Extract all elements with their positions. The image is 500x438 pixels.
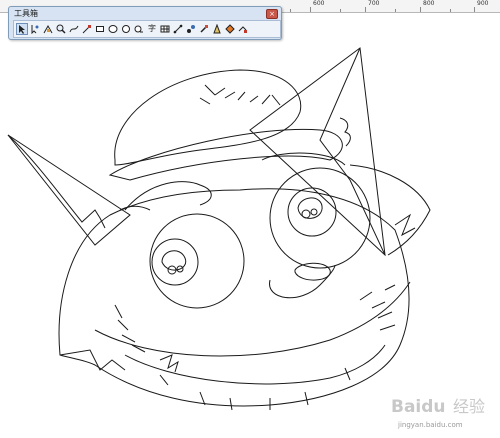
freehand-tool-icon[interactable] bbox=[68, 23, 80, 35]
left-ear-inner bbox=[7, 134, 106, 229]
blend-tool-icon[interactable] bbox=[185, 23, 197, 35]
shape-tool-icon[interactable] bbox=[29, 23, 41, 35]
watermark-product: 经验 bbox=[453, 397, 485, 416]
toolbox-panel[interactable]: 工具箱 × 字 bbox=[8, 6, 282, 40]
left-ear bbox=[7, 134, 131, 246]
drawing-canvas[interactable] bbox=[0, 12, 500, 438]
mouth-stitches bbox=[114, 284, 396, 353]
ruler-label-900: 900 bbox=[477, 0, 489, 7]
interactive-fill-tool-icon[interactable] bbox=[237, 23, 249, 35]
chin-flap bbox=[59, 349, 126, 371]
eyedropper-tool-icon[interactable] bbox=[198, 23, 210, 35]
head-outline bbox=[58, 188, 410, 407]
cat-drawing bbox=[7, 47, 431, 411]
toolbox-title: 工具箱 bbox=[14, 9, 38, 18]
nose-line bbox=[269, 264, 336, 299]
hat-stitches bbox=[199, 84, 281, 106]
pick-tool-icon[interactable] bbox=[16, 23, 28, 35]
right-cheek-spikes bbox=[394, 213, 416, 237]
chin-stitches bbox=[159, 367, 351, 411]
watermark-url: jingyan.baidu.com bbox=[398, 421, 463, 429]
right-eye-glint bbox=[301, 209, 311, 219]
zoom-tool-icon[interactable] bbox=[55, 23, 67, 35]
right-eye bbox=[269, 167, 371, 269]
ruler-label-700: 700 bbox=[368, 0, 380, 7]
ruler-label-600: 600 bbox=[313, 0, 325, 7]
jaw bbox=[124, 344, 386, 385]
mouth bbox=[94, 281, 411, 357]
nose bbox=[294, 262, 331, 281]
right-eye-glint-2 bbox=[310, 208, 318, 216]
watermark-brand: Baidu bbox=[391, 397, 446, 417]
table-tool-icon[interactable] bbox=[159, 23, 171, 35]
close-button[interactable]: × bbox=[266, 9, 278, 19]
ruler-label-800: 800 bbox=[423, 0, 435, 7]
toolbox-tools: 字 bbox=[13, 20, 281, 38]
basic-shapes-tool-icon[interactable] bbox=[133, 23, 145, 35]
polygon-tool-icon[interactable] bbox=[120, 23, 132, 35]
fill-tool-icon[interactable] bbox=[224, 23, 236, 35]
connector-tool-icon[interactable] bbox=[172, 23, 184, 35]
smart-fill-tool-icon[interactable] bbox=[42, 23, 54, 35]
left-eye bbox=[149, 213, 245, 309]
right-cheek bbox=[349, 164, 431, 256]
left-eye-iris bbox=[151, 238, 199, 286]
outline-tool-icon[interactable] bbox=[211, 23, 223, 35]
text-tool-icon[interactable]: 字 bbox=[146, 23, 158, 35]
ellipse-tool-icon[interactable] bbox=[107, 23, 119, 35]
construction-line bbox=[119, 205, 151, 211]
tooth bbox=[159, 354, 179, 373]
hat-brim bbox=[108, 128, 343, 181]
right-eye-iris bbox=[287, 187, 337, 237]
rectangle-tool-icon[interactable] bbox=[94, 23, 106, 35]
right-ear-inner bbox=[319, 47, 386, 256]
smart-drawing-tool-icon[interactable] bbox=[81, 23, 93, 35]
